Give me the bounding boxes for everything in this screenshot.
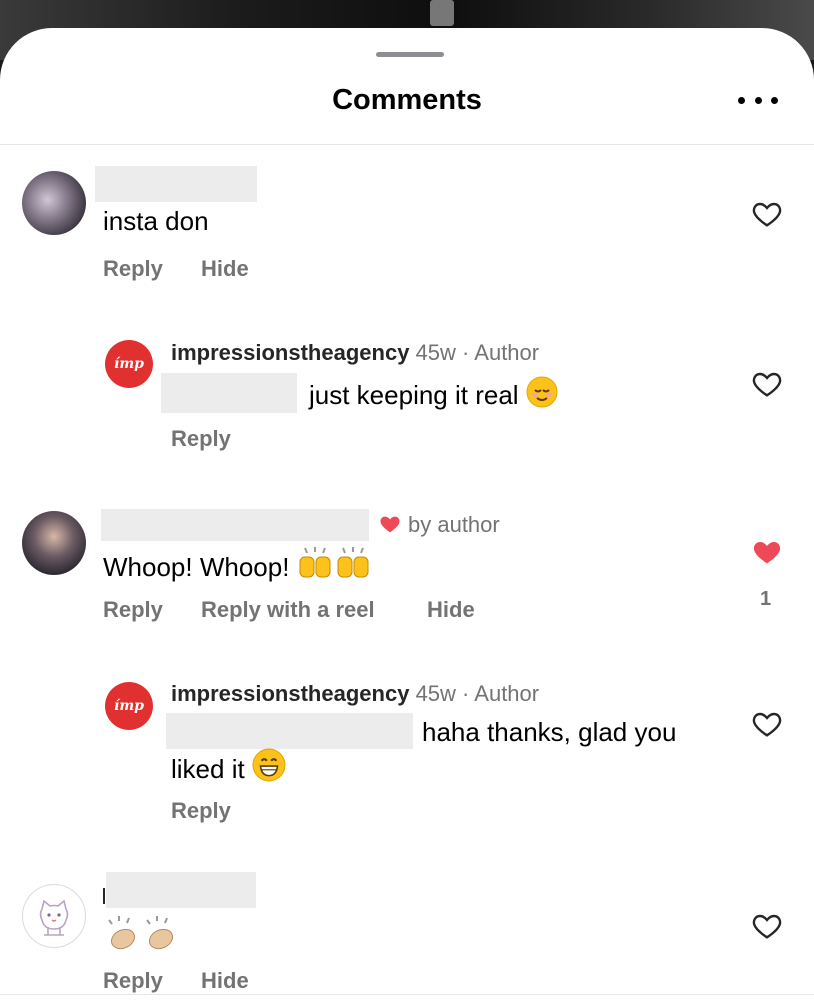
heart-filled-icon[interactable] [750,536,784,568]
background-detail [430,0,454,26]
cat-avatar-icon [39,899,69,936]
comment-meta: impressionstheagency 45w · Author [171,681,539,707]
avatar[interactable] [22,511,86,575]
hide-button[interactable]: Hide [201,256,249,282]
author-label: Author [474,681,540,706]
heart-outline-icon[interactable] [750,198,784,230]
avatar[interactable] [22,884,86,948]
sheet-title: Comments [332,84,482,116]
comment-text [103,913,183,956]
comment-text: insta don [103,206,209,236]
comments-sheet: Comments insta don Reply Hide ímp impres… [0,28,814,1006]
red-heart-icon [380,516,400,533]
reply-text-line2: liked it [171,748,286,785]
hide-button[interactable]: Hide [201,968,249,994]
comment-text-body: Whoop! Whoop! [103,552,290,582]
relieved-face-icon [526,376,558,408]
timestamp: 45w [415,681,456,706]
liked-by-author-badge: by author [378,512,500,538]
comment-text: Whoop! Whoop! [103,546,373,583]
reply-with-reel-button[interactable]: Reply with a reel [201,597,375,623]
hide-button[interactable]: Hide [427,597,475,623]
reply-button[interactable]: Reply [103,597,163,623]
username[interactable]: impressionstheagency [171,340,409,365]
comment-meta: impressionstheagency 45w · Author [171,340,539,366]
redacted-username [106,872,256,908]
more-options-icon[interactable] [738,88,778,112]
header-divider [0,144,814,145]
reply-text-body: liked it [171,754,245,784]
raising-hands-icon [299,547,369,578]
reply-button[interactable]: Reply [171,798,231,824]
author-avatar[interactable]: ímp [105,682,153,730]
heart-outline-icon[interactable] [750,368,784,400]
reply-button[interactable]: Reply [103,968,163,994]
reply-button[interactable]: Reply [171,426,231,452]
reply-text-body: just keeping it real [309,380,519,410]
separator: · [462,681,470,706]
reply-button[interactable]: Reply [103,256,163,282]
reply-text-line1: haha thanks, glad you [422,717,677,747]
reply-text: just keeping it real [309,376,558,411]
redacted-mention [161,373,297,413]
like-count: 1 [760,588,772,610]
drag-handle[interactable] [376,52,444,57]
bottom-divider [0,994,814,995]
by-author-label: by author [408,512,500,537]
username[interactable]: impressionstheagency [171,681,409,706]
username-fragment [103,888,105,904]
grinning-face-icon [252,748,286,782]
redacted-username [101,509,369,541]
separator: · [462,340,470,365]
redacted-username [95,166,257,202]
heart-outline-icon[interactable] [750,708,784,740]
heart-outline-icon[interactable] [750,910,784,942]
avatar[interactable] [22,171,86,235]
timestamp: 45w [415,340,456,365]
author-label: Author [474,340,540,365]
clapping-hands-icon [108,916,174,950]
redacted-mention [166,713,413,749]
author-avatar[interactable]: ímp [105,340,153,388]
